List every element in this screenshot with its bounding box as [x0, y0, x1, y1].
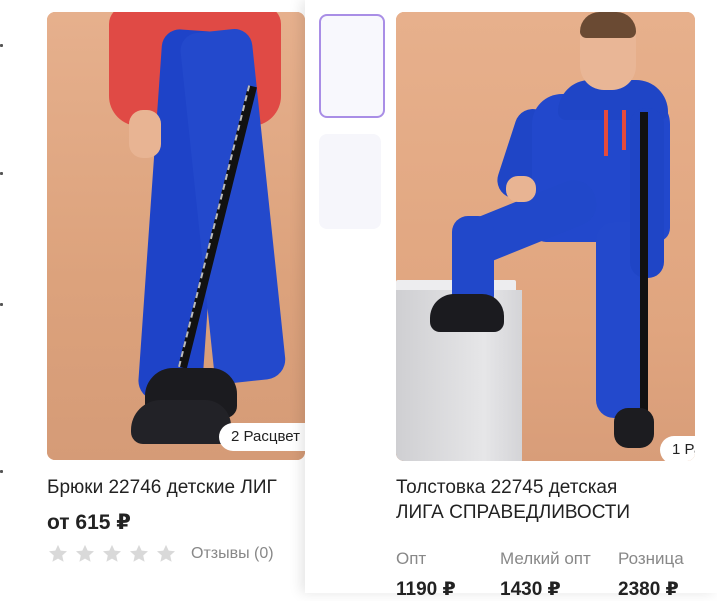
price-tier-value: 2380 ₽ — [618, 579, 679, 600]
star-icon — [47, 543, 69, 565]
price-tier-value: 1190 ₽ — [396, 579, 456, 600]
photo-shoe — [131, 400, 231, 444]
product-price: от 615 ₽ — [47, 511, 131, 534]
product-name-line: Толстовка 22745 детская — [396, 477, 618, 498]
star-icon — [155, 543, 177, 565]
colorways-badge: 1 Расцветка — [660, 436, 695, 461]
reviews-link[interactable]: Отзывы (0) — [191, 545, 274, 563]
gallery-thumbnail[interactable] — [319, 134, 381, 229]
price-tier-wholesale: Опт 1190 ₽ — [396, 549, 456, 601]
colorways-badge: 2 Расцвет — [219, 423, 305, 451]
gallery-thumbnail-active[interactable] — [319, 14, 385, 118]
star-icon — [101, 543, 123, 565]
photo-shoe — [430, 294, 504, 332]
edge-marker — [0, 172, 3, 175]
star-icon — [74, 543, 96, 565]
product-image-hoodie[interactable]: 1 Расцветка — [396, 12, 695, 461]
photo-shoe — [614, 408, 654, 448]
photo-hair — [580, 12, 636, 38]
photo-sleeve-stripe — [640, 112, 648, 412]
star-icon — [128, 543, 150, 565]
edge-marker — [0, 44, 3, 47]
price-tier-retail: Розница 2380 ₽ — [618, 549, 684, 601]
product-card-hoodie-expanded[interactable]: 1 Расцветка Толстовка 22745 детская ЛИГА… — [305, 0, 717, 600]
price-tier-label: Опт — [396, 549, 427, 568]
edge-marker — [0, 303, 3, 306]
product-name-line: ЛИГА СПРАВЕДЛИВОСТИ — [396, 502, 631, 523]
rating: Отзывы (0) — [47, 542, 274, 566]
photo-hand — [506, 176, 536, 202]
product-image-pants[interactable]: 2 Расцвет — [47, 12, 305, 460]
product-card-pants[interactable]: 2 Расцвет Брюки 22746 детские ЛИГ от 615… — [47, 12, 305, 593]
photo-hand — [129, 110, 161, 158]
price-tier-value: 1430 ₽ — [500, 579, 561, 600]
edge-marker — [0, 470, 3, 473]
product-name[interactable]: Брюки 22746 детские ЛИГ — [47, 477, 305, 499]
price-tier-label: Розница — [618, 549, 684, 568]
price-tier-small-wholesale: Мелкий опт 1430 ₽ — [500, 549, 591, 601]
photo-drawstring — [604, 110, 608, 156]
price-tier-label: Мелкий опт — [500, 549, 591, 568]
product-name[interactable]: Толстовка 22745 детская ЛИГА СПРАВЕДЛИВО… — [396, 475, 696, 525]
price-tiers: Опт 1190 ₽ Мелкий опт 1430 ₽ Розница 238… — [396, 549, 696, 600]
photo-drawstring — [622, 110, 626, 150]
